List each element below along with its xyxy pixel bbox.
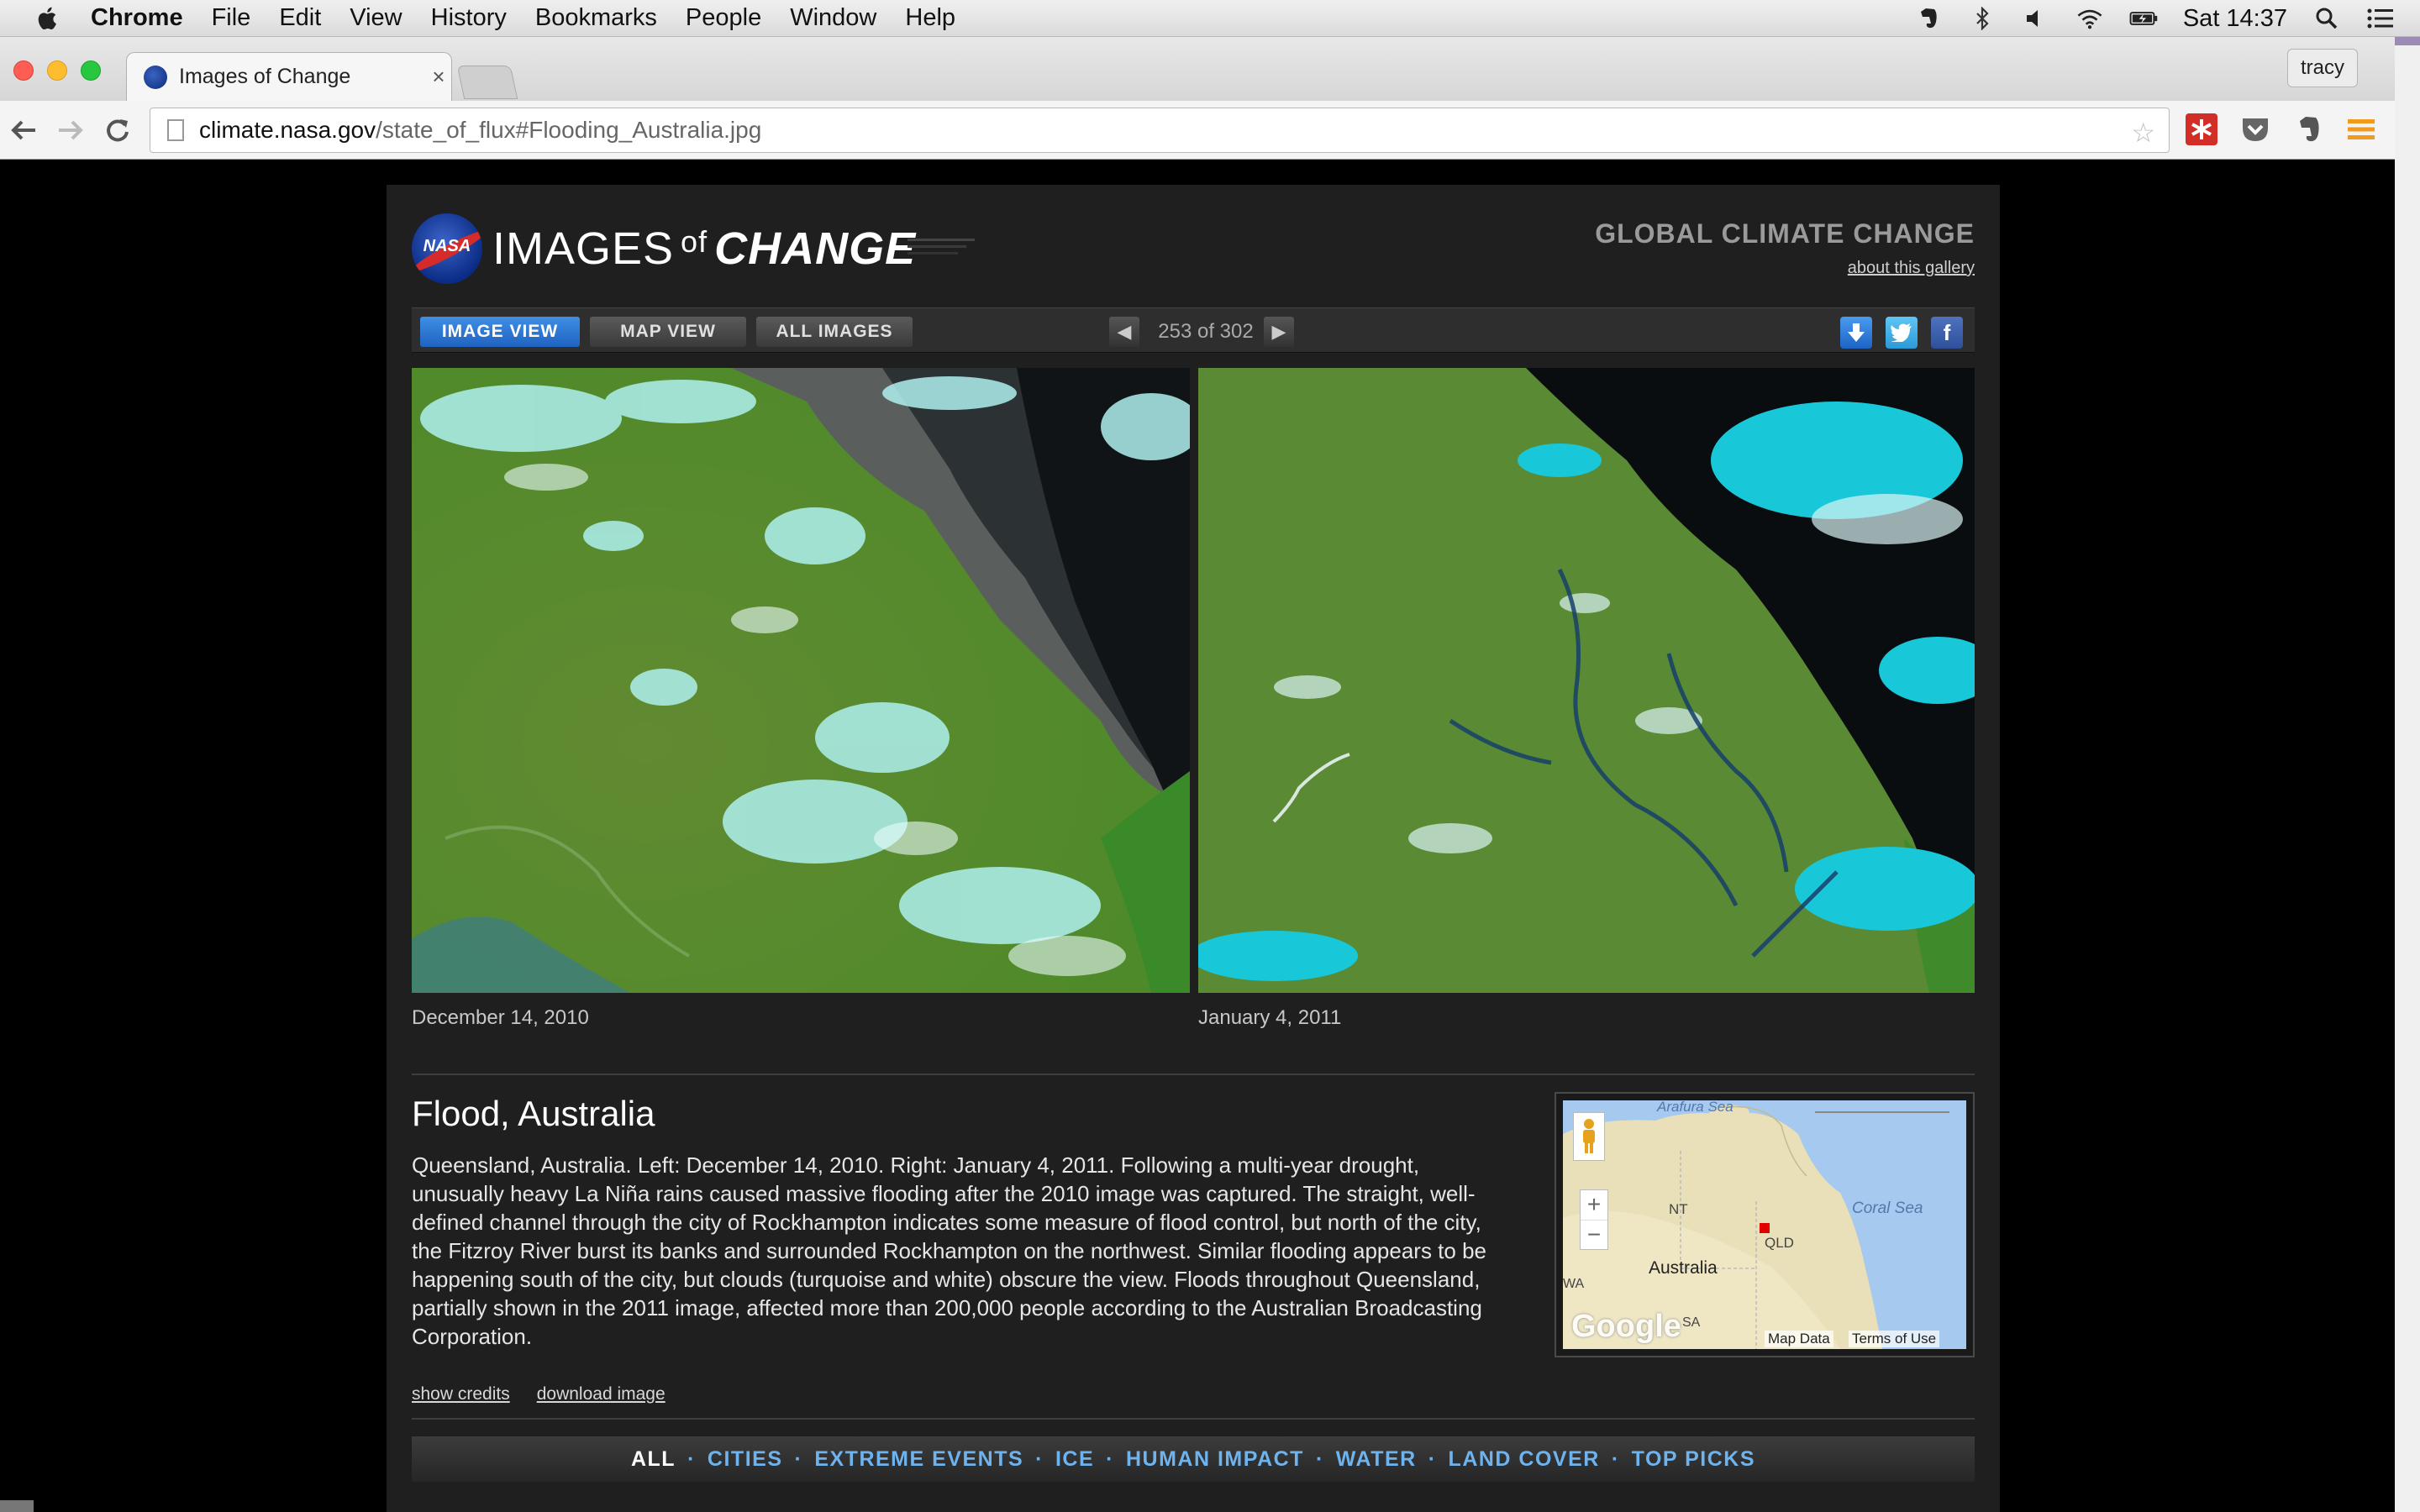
menu-file[interactable]: File [212,4,251,32]
category-land-cover[interactable]: LAND COVER [1437,1447,1612,1472]
global-climate-change-heading[interactable]: GLOBAL CLIMATE CHANGE [1595,218,1975,249]
menu-window[interactable]: Window [790,4,876,32]
map-terms-link[interactable]: Terms of Use [1849,1331,1940,1347]
logo-streaks [908,239,976,255]
map-data-link[interactable]: Map Data [1765,1331,1833,1347]
volume-icon[interactable] [2022,6,2050,31]
menu-app-chrome[interactable]: Chrome [91,4,183,32]
page-icon [167,119,184,141]
evernote-extension-icon[interactable] [2292,113,2326,146]
lastpass-extension-icon[interactable] [2185,113,2218,146]
wifi-icon[interactable] [2075,6,2104,31]
category-ice[interactable]: ICE [1044,1447,1106,1472]
address-bar[interactable]: climate.nasa.gov/state_of_flux#Flooding_… [150,108,2170,153]
tab-title: Images of Change [179,65,351,88]
chrome-menu-icon[interactable] [2344,113,2378,146]
map-label-sa: SA [1682,1315,1701,1330]
next-image-arrow-icon[interactable]: ▶ [1264,317,1294,347]
category-extreme-events[interactable]: EXTREME EVENTS [802,1447,1035,1472]
url-host: climate.nasa.gov [199,117,376,143]
image-view-button[interactable]: IMAGE VIEW [420,317,580,347]
category-cities[interactable]: CITIES [696,1447,795,1472]
battery-icon[interactable] [2129,6,2158,31]
menu-people[interactable]: People [686,4,761,32]
map-zoom-in-button[interactable]: + [1581,1190,1607,1221]
category-all[interactable]: ALL [619,1447,687,1472]
menu-edit[interactable]: Edit [279,4,321,32]
download-icon[interactable] [1840,317,1872,349]
show-credits-link[interactable]: show credits [412,1384,510,1404]
images-of-change-logo[interactable]: NASA IMAGES of CHANGE [412,213,976,284]
window-zoom-button[interactable] [81,60,101,81]
apple-icon[interactable] [34,4,62,33]
pegman-icon[interactable] [1573,1112,1605,1161]
map-label-australia: Australia [1649,1258,1718,1278]
url-path: /state_of_flux#Flooding_Australia.jpg [376,117,762,143]
facebook-icon[interactable]: f [1931,317,1963,349]
menubar-clock[interactable]: Sat 14:37 [2183,5,2287,33]
forward-arrow-icon[interactable] [47,107,94,154]
reload-icon[interactable] [94,107,141,154]
evernote-status-icon[interactable] [1914,6,1943,31]
spotlight-search-icon[interactable] [2312,6,2341,31]
divider [412,1074,1975,1075]
menu-bookmarks[interactable]: Bookmarks [535,4,657,32]
browser-tab-active[interactable]: Images of Change × [126,52,452,101]
nasa-favicon-icon [144,65,167,89]
screen: Chrome File Edit View History Bookmarks … [0,0,2420,1512]
twitter-icon[interactable] [1886,317,1918,349]
new-tab-button[interactable] [456,66,518,99]
map-view-button[interactable]: MAP VIEW [590,317,746,347]
map-label-nt: NT [1669,1201,1688,1217]
back-arrow-icon[interactable] [0,107,47,154]
previous-image-arrow-icon[interactable]: ◀ [1109,317,1139,347]
menu-bar: Chrome File Edit View History Bookmarks … [0,0,2420,37]
image-links: show credits download image [412,1384,666,1404]
category-human-impact[interactable]: HUMAN IMPACT [1114,1447,1316,1472]
category-water[interactable]: WATER [1324,1447,1428,1472]
tab-strip: Images of Change × tracy [0,37,2395,101]
all-images-button[interactable]: ALL IMAGES [756,317,913,347]
divider [412,1418,1975,1420]
google-logo[interactable]: Google [1571,1309,1681,1345]
image-counter: 253 of 302 [1158,320,1254,343]
menu-help[interactable]: Help [905,4,955,32]
window-minimize-button[interactable] [47,60,67,81]
profile-button[interactable]: tracy [2287,49,2358,87]
pocket-extension-icon[interactable] [2238,113,2272,146]
view-toolbar: IMAGE VIEW MAP VIEW ALL IMAGES ◀ 253 of … [412,307,1975,353]
tab-close-icon[interactable]: × [426,64,451,90]
adjacent-window-edge [2395,37,2420,1512]
menu-view[interactable]: View [350,4,402,32]
window-corner [0,1500,34,1512]
caption-before-date: December 14, 2010 [412,1006,589,1029]
about-gallery-link[interactable]: about this gallery [1848,259,1975,278]
nasa-meatball-logo: NASA [412,213,482,284]
map-label-wa: WA [1563,1277,1585,1291]
location-map[interactable]: Arafura Sea NT QLD Coral Sea Australia W… [1555,1092,1975,1357]
caption-after-date: January 4, 2011 [1198,1006,1342,1029]
satellite-image-after[interactable] [1198,368,1975,993]
map-label-coral-sea: Coral Sea [1852,1200,1923,1217]
window-close-button[interactable] [13,60,34,81]
bluetooth-icon[interactable] [1968,6,1996,31]
browser-toolbar: climate.nasa.gov/state_of_flux#Flooding_… [0,101,2395,160]
map-zoom-control: + − [1580,1189,1608,1250]
notification-center-icon[interactable] [2366,6,2395,31]
image-title: Flood, Australia [412,1094,655,1133]
download-image-link[interactable]: download image [537,1384,666,1404]
category-nav: ALL · CITIES · EXTREME EVENTS · ICE · HUMAN … [412,1436,1975,1482]
image-description: Queensland, Australia. Left: December 14… [412,1152,1487,1349]
category-top-picks[interactable]: TOP PICKS [1620,1447,1767,1472]
gallery-panel: NASA IMAGES of CHANGE GLOBAL CLIMATE CHANG… [387,185,2000,1512]
map-zoom-out-button[interactable]: − [1581,1221,1607,1250]
satellite-image-before[interactable] [412,368,1190,993]
logo-wordmark: IMAGES of CHANGE [492,223,917,274]
web-page: NASA IMAGES of CHANGE GLOBAL CLIMATE CHANG… [0,160,2395,1512]
map-label-arafura-sea: Arafura Sea [1657,1100,1733,1115]
map-label-qld: QLD [1765,1235,1794,1251]
bookmark-star-icon[interactable]: ☆ [2131,117,2155,149]
menu-history[interactable]: History [431,4,507,32]
